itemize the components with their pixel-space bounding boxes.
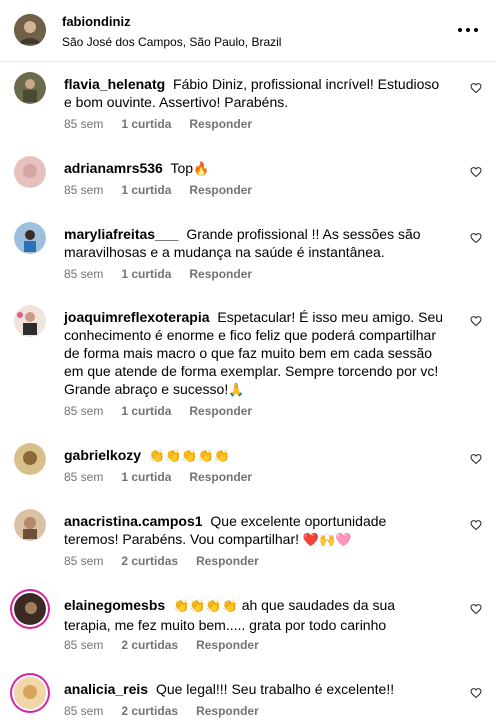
commenter-avatar[interactable] — [14, 305, 46, 337]
comment-text: Top — [170, 160, 194, 176]
post-author-username[interactable]: fabiondiniz — [62, 14, 131, 29]
comment-time[interactable]: 85 sem — [64, 267, 103, 281]
comment-text: Que legal!!! Seu trabalho é excelente!! — [155, 681, 395, 697]
commenter-username[interactable]: analicia_reis — [64, 681, 148, 697]
more-options-icon[interactable] — [458, 22, 478, 38]
commenter-avatar[interactable] — [14, 443, 46, 475]
commenter-avatar-story[interactable] — [14, 677, 46, 709]
comment-time[interactable]: 85 sem — [64, 470, 103, 484]
comment-meta: 85 sem 1 curtida Responder — [64, 470, 252, 484]
reply-button[interactable]: Responder — [189, 404, 252, 418]
commenter-avatar[interactable] — [14, 509, 46, 541]
comment-time[interactable]: 85 sem — [64, 554, 103, 568]
comment-emoji: 👏👏👏👏 — [173, 599, 238, 614]
reply-button[interactable]: Responder — [189, 267, 252, 281]
like-heart-icon[interactable] — [470, 687, 482, 699]
comment-time[interactable]: 85 sem — [64, 117, 103, 131]
comment-likes[interactable]: 1 curtida — [121, 267, 171, 281]
reply-button[interactable]: Responder — [196, 638, 259, 652]
comment-likes[interactable]: 1 curtida — [121, 183, 171, 197]
comment-meta: 85 sem 2 curtidas Responder — [64, 554, 259, 568]
commenter-avatar[interactable] — [14, 72, 46, 104]
reply-button[interactable]: Responder — [189, 183, 252, 197]
comment-time[interactable]: 85 sem — [64, 704, 103, 718]
comment-text-block: adrianamrs536 Top🔥 — [64, 159, 444, 179]
comment-text-block: gabrielkozy 👏👏👏👏👏 — [64, 446, 444, 466]
comment-likes[interactable]: 2 curtidas — [121, 554, 178, 568]
comment-likes[interactable]: 2 curtidas — [121, 638, 178, 652]
like-heart-icon[interactable] — [470, 166, 482, 178]
commenter-username[interactable]: adrianamrs536 — [64, 160, 163, 176]
commenter-username[interactable]: flavia_helenatg — [64, 76, 165, 92]
comment-time[interactable]: 85 sem — [64, 638, 103, 652]
comment-text-block: flavia_helenatg Fábio Diniz, profissiona… — [64, 75, 444, 111]
comment-emoji: 🔥 — [193, 162, 210, 177]
comment-likes[interactable]: 1 curtida — [121, 404, 171, 418]
like-heart-icon[interactable] — [470, 315, 482, 327]
comment-likes[interactable]: 1 curtida — [121, 117, 171, 131]
reply-button[interactable]: Responder — [189, 470, 252, 484]
post-header: fabiondiniz São José dos Campos, São Pau… — [0, 0, 496, 62]
comment-text-block: joaquimreflexoterapia Espetacular! É iss… — [64, 308, 444, 400]
like-heart-icon[interactable] — [470, 603, 482, 615]
commenter-username[interactable]: anacristina.campos1 — [64, 513, 203, 529]
comment-meta: 85 sem 2 curtidas Responder — [64, 638, 259, 652]
commenter-avatar-story[interactable] — [14, 593, 46, 625]
reply-button[interactable]: Responder — [189, 117, 252, 131]
comment-time[interactable]: 85 sem — [64, 404, 103, 418]
commenter-username[interactable]: joaquimreflexoterapia — [64, 309, 210, 325]
comment-text-block: analicia_reis Que legal!!! Seu trabalho … — [64, 680, 444, 698]
comments-panel: fabiondiniz São José dos Campos, São Pau… — [0, 0, 496, 722]
commenter-username[interactable]: marylia​freitas___ — [64, 226, 178, 242]
like-heart-icon[interactable] — [470, 232, 482, 244]
commenter-username[interactable]: gabrielkozy — [64, 447, 141, 463]
comment-emoji: 👏👏👏👏👏 — [148, 449, 230, 464]
comment-likes[interactable]: 1 curtida — [121, 470, 171, 484]
comment-text-block: elainegomesbs 👏👏👏👏 ah que saudades da su… — [64, 596, 444, 634]
comment-meta: 85 sem 1 curtida Responder — [64, 267, 252, 281]
comment-meta: 85 sem 1 curtida Responder — [64, 404, 252, 418]
comment-emoji: ❤️🙌🩷 — [302, 533, 352, 548]
commenter-username[interactable]: elainegomesbs — [64, 597, 165, 613]
like-heart-icon[interactable] — [470, 453, 482, 465]
comment-meta: 85 sem 1 curtida Responder — [64, 183, 252, 197]
reply-button[interactable]: Responder — [196, 704, 259, 718]
comment-likes[interactable]: 2 curtidas — [121, 704, 178, 718]
post-author-avatar[interactable] — [14, 14, 46, 46]
comment-text-block: anacristina.campos1 Que excelente oportu… — [64, 512, 444, 550]
comment-time[interactable]: 85 sem — [64, 183, 103, 197]
commenter-avatar[interactable] — [14, 156, 46, 188]
reply-button[interactable]: Responder — [196, 554, 259, 568]
comment-meta: 85 sem 1 curtida Responder — [64, 117, 252, 131]
comment-emoji: 🙏 — [228, 383, 245, 398]
like-heart-icon[interactable] — [470, 519, 482, 531]
post-location[interactable]: São José dos Campos, São Paulo, Brazil — [62, 35, 281, 49]
comment-text-block: marylia​freitas___ Grande profissional !… — [64, 225, 444, 261]
commenter-avatar[interactable] — [14, 222, 46, 254]
like-heart-icon[interactable] — [470, 82, 482, 94]
comment-meta: 85 sem 2 curtidas Responder — [64, 704, 259, 718]
